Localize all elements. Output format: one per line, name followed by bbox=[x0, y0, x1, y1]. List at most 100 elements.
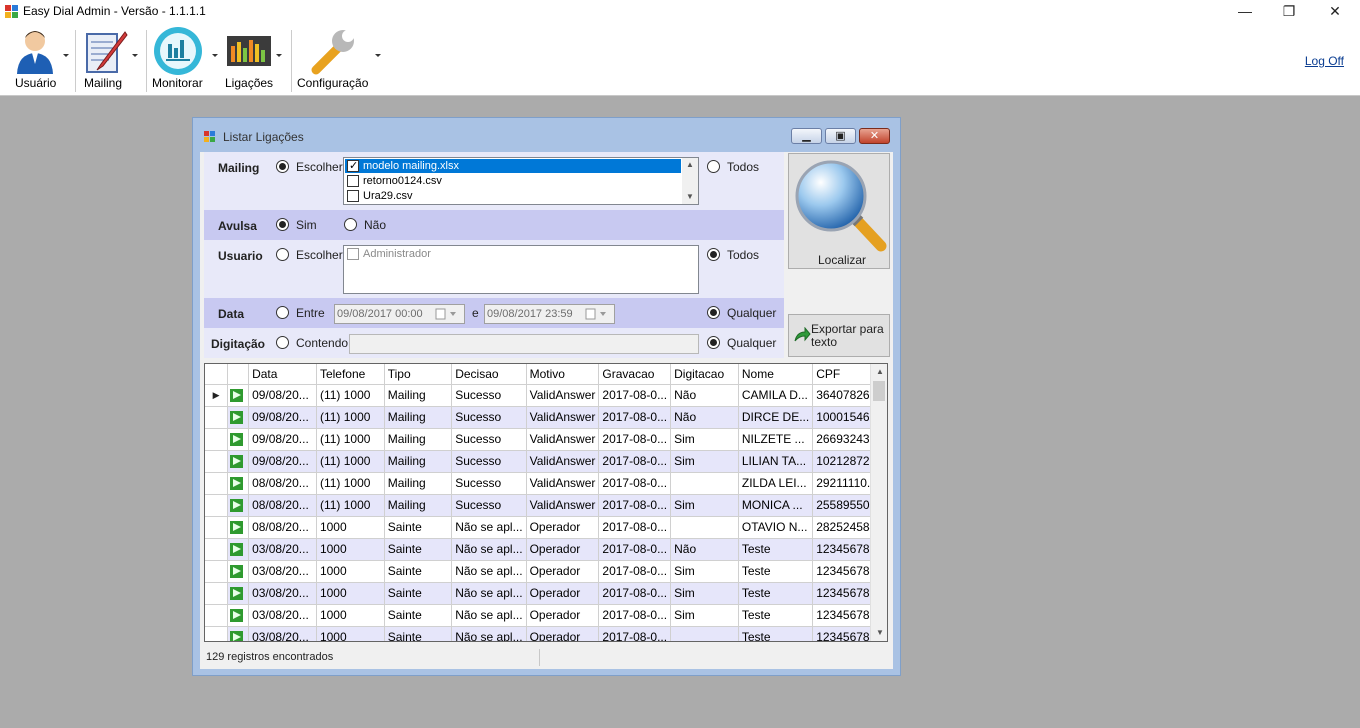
table-cell[interactable]: 2017-08-0... bbox=[598, 428, 672, 451]
row-header[interactable] bbox=[205, 428, 229, 451]
child-maximize-button[interactable]: ▣ bbox=[825, 128, 856, 144]
row-header[interactable] bbox=[205, 406, 229, 429]
mailing-escolher-radio[interactable] bbox=[276, 160, 289, 173]
play-recording-cell[interactable] bbox=[227, 560, 250, 583]
play-recording-cell[interactable] bbox=[227, 450, 250, 473]
table-cell[interactable]: 2017-08-0... bbox=[598, 406, 672, 429]
table-row[interactable]: 09/08/20... (11) 1000 Mailing Sucesso ValidA… bbox=[205, 406, 887, 429]
table-cell[interactable]: NILZETE ... bbox=[738, 428, 814, 451]
table-cell[interactable]: 1000 bbox=[316, 516, 385, 539]
table-cell[interactable]: Sainte bbox=[384, 582, 453, 605]
table-cell[interactable]: LILIAN TA... bbox=[738, 450, 814, 473]
table-cell[interactable]: Operador bbox=[526, 516, 600, 539]
table-cell[interactable]: Sim bbox=[670, 604, 739, 627]
table-cell[interactable]: Teste bbox=[738, 604, 814, 627]
logoff-link[interactable]: Log Off bbox=[1305, 54, 1344, 68]
column-header[interactable]: Decisao bbox=[451, 364, 527, 385]
table-cell[interactable]: ValidAnswer bbox=[526, 450, 600, 473]
toolbar-usuario[interactable]: Usuário bbox=[8, 24, 72, 96]
table-cell[interactable]: Sainte bbox=[384, 626, 453, 641]
toolbar-ligacoes[interactable]: Ligações bbox=[222, 24, 288, 96]
calendar-dropdown-icon[interactable] bbox=[585, 308, 611, 320]
table-cell[interactable] bbox=[670, 626, 739, 641]
table-cell[interactable]: Não se apl... bbox=[451, 516, 527, 539]
table-cell[interactable]: DIRCE DE... bbox=[738, 406, 814, 429]
table-cell[interactable]: Mailing bbox=[384, 472, 453, 495]
table-cell[interactable]: 1000 bbox=[316, 604, 385, 627]
row-header[interactable] bbox=[205, 472, 229, 495]
data-entre-radio[interactable] bbox=[276, 306, 289, 319]
table-cell[interactable]: 03/08/20... bbox=[248, 604, 317, 627]
table-cell[interactable]: Operador bbox=[526, 538, 600, 561]
digitacao-qualquer-radio[interactable] bbox=[707, 336, 720, 349]
table-cell[interactable]: 2017-08-0... bbox=[598, 626, 672, 641]
table-cell[interactable]: Não se apl... bbox=[451, 604, 527, 627]
table-cell[interactable]: Operador bbox=[526, 582, 600, 605]
table-row[interactable]: 03/08/20... 1000 Sainte Não se apl... Operad… bbox=[205, 538, 887, 561]
table-cell[interactable]: 03/08/20... bbox=[248, 626, 317, 641]
table-cell[interactable]: Sim bbox=[670, 582, 739, 605]
play-icon[interactable] bbox=[230, 631, 244, 641]
table-cell[interactable]: Mailing bbox=[384, 494, 453, 517]
table-cell[interactable]: Não se apl... bbox=[451, 538, 527, 561]
table-cell[interactable]: 2017-08-0... bbox=[598, 516, 672, 539]
table-cell[interactable]: Não bbox=[670, 384, 739, 407]
table-row[interactable]: 03/08/20... 1000 Sainte Não se apl... Operad… bbox=[205, 582, 887, 605]
mailing-list-scrollbar[interactable]: ▲ ▼ bbox=[682, 158, 698, 204]
row-header[interactable] bbox=[205, 626, 229, 641]
mailing-file-item[interactable]: modelo mailing.xlsx bbox=[345, 159, 681, 173]
usuario-list[interactable]: Administrador bbox=[343, 245, 699, 294]
mailing-file-list[interactable]: modelo mailing.xlsx retorno0124.csv Ura2… bbox=[343, 157, 699, 205]
table-cell[interactable]: 08/08/20... bbox=[248, 516, 317, 539]
scroll-down-icon[interactable]: ▼ bbox=[686, 192, 694, 201]
table-cell[interactable]: Não bbox=[670, 538, 739, 561]
table-cell[interactable]: Não bbox=[670, 406, 739, 429]
table-cell[interactable]: 1000 bbox=[316, 626, 385, 641]
table-cell[interactable]: Não se apl... bbox=[451, 560, 527, 583]
column-header[interactable]: Telefone bbox=[316, 364, 385, 385]
mailing-file-item[interactable]: retorno0124.csv bbox=[345, 174, 681, 188]
mailing-file-checkbox[interactable] bbox=[347, 159, 359, 173]
table-row[interactable]: 08/08/20... (11) 1000 Mailing Sucesso ValidA… bbox=[205, 494, 887, 517]
mailing-todos-radio[interactable] bbox=[707, 160, 720, 173]
row-header[interactable] bbox=[205, 538, 229, 561]
table-row[interactable]: 03/08/20... 1000 Sainte Não se apl... Operad… bbox=[205, 604, 887, 627]
table-cell[interactable]: CAMILA D... bbox=[738, 384, 814, 407]
row-header[interactable] bbox=[205, 560, 229, 583]
play-icon[interactable] bbox=[230, 543, 244, 557]
toolbar-mailing[interactable]: Mailing bbox=[78, 24, 142, 96]
play-recording-cell[interactable] bbox=[227, 494, 250, 517]
table-cell[interactable]: 2017-08-0... bbox=[598, 494, 672, 517]
table-cell[interactable]: Sucesso bbox=[451, 494, 527, 517]
table-cell[interactable]: Teste bbox=[738, 582, 814, 605]
date-to-picker[interactable]: 09/08/2017 23:59 bbox=[484, 304, 615, 324]
play-recording-cell[interactable] bbox=[227, 604, 250, 627]
table-cell[interactable]: Mailing bbox=[384, 428, 453, 451]
table-cell[interactable]: Sim bbox=[670, 494, 739, 517]
usuario-todos-radio[interactable] bbox=[707, 248, 720, 261]
localizar-button[interactable]: Localizar bbox=[788, 153, 890, 269]
table-row[interactable]: 03/08/20... 1000 Sainte Não se apl... Operad… bbox=[205, 560, 887, 583]
table-cell[interactable]: Sainte bbox=[384, 538, 453, 561]
table-cell[interactable]: Mailing bbox=[384, 450, 453, 473]
close-button[interactable]: ✕ bbox=[1312, 0, 1358, 24]
minimize-button[interactable]: — bbox=[1222, 0, 1268, 24]
table-cell[interactable]: Sainte bbox=[384, 516, 453, 539]
play-recording-cell[interactable] bbox=[227, 516, 250, 539]
table-cell[interactable]: Sainte bbox=[384, 560, 453, 583]
play-recording-cell[interactable] bbox=[227, 428, 250, 451]
column-header[interactable]: Gravacao bbox=[598, 364, 672, 385]
table-cell[interactable]: Sim bbox=[670, 450, 739, 473]
table-cell[interactable]: 08/08/20... bbox=[248, 494, 317, 517]
row-header[interactable]: ▶ bbox=[205, 384, 229, 407]
play-recording-cell[interactable] bbox=[227, 384, 250, 407]
usuario-checkbox[interactable] bbox=[347, 248, 359, 260]
mailing-file-checkbox[interactable] bbox=[347, 175, 359, 187]
table-cell[interactable]: (11) 1000 bbox=[316, 472, 385, 495]
play-recording-cell[interactable] bbox=[227, 406, 250, 429]
table-cell[interactable]: Sainte bbox=[384, 604, 453, 627]
table-row[interactable]: 09/08/20... (11) 1000 Mailing Sucesso ValidA… bbox=[205, 450, 887, 473]
row-header[interactable] bbox=[205, 604, 229, 627]
table-cell[interactable]: 08/08/20... bbox=[248, 472, 317, 495]
table-cell[interactable]: 2017-08-0... bbox=[598, 560, 672, 583]
